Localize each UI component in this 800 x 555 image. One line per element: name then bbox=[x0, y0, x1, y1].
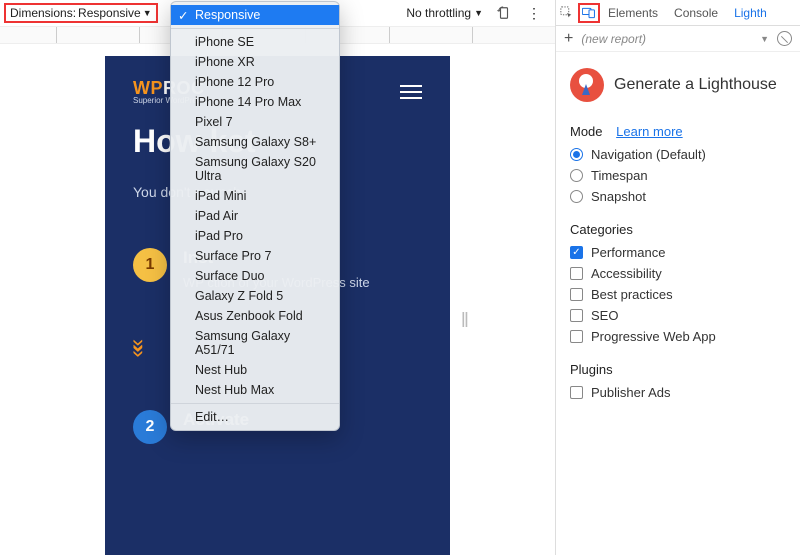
device-option[interactable]: Samsung Galaxy S8+ bbox=[171, 132, 339, 152]
chevron-down-icon: ▼ bbox=[474, 8, 483, 18]
throttling-dropdown[interactable]: No throttling ▼ bbox=[400, 6, 489, 20]
cat-label: Best practices bbox=[591, 287, 673, 302]
lighthouse-logo-icon bbox=[570, 68, 604, 102]
device-option[interactable]: Surface Pro 7 bbox=[171, 246, 339, 266]
dimensions-value: Responsive bbox=[78, 6, 141, 20]
cat-label: Performance bbox=[591, 245, 665, 260]
tab-lighthouse[interactable]: Lighth bbox=[726, 6, 775, 20]
device-option[interactable]: Surface Duo bbox=[171, 266, 339, 286]
device-option[interactable]: iPhone 14 Pro Max bbox=[171, 92, 339, 112]
checkbox-icon bbox=[570, 330, 583, 343]
lighthouse-panel: Generate a Lighthouse Mode Learn more Na… bbox=[556, 52, 800, 434]
device-option[interactable]: Pixel 7 bbox=[171, 112, 339, 132]
resize-handle[interactable]: ‖ bbox=[461, 310, 469, 333]
device-option[interactable]: Samsung Galaxy A51/71 bbox=[171, 326, 339, 360]
device-option[interactable]: iPad Mini bbox=[171, 186, 339, 206]
device-option[interactable]: Galaxy Z Fold 5 bbox=[171, 286, 339, 306]
rotate-icon[interactable] bbox=[491, 6, 517, 20]
menu-icon[interactable] bbox=[400, 85, 422, 99]
dimensions-dropdown[interactable]: Dimensions: Responsive ▼ bbox=[4, 3, 158, 23]
device-option[interactable]: Asus Zenbook Fold bbox=[171, 306, 339, 326]
mode-option[interactable]: Timespan bbox=[570, 168, 786, 183]
device-menu[interactable]: Responsive iPhone SEiPhone XRiPhone 12 Pr… bbox=[170, 1, 340, 431]
device-option[interactable]: iPad Air bbox=[171, 206, 339, 226]
device-option[interactable]: Nest Hub Max bbox=[171, 380, 339, 400]
mode-option[interactable]: Navigation (Default) bbox=[570, 147, 786, 162]
chevron-down-icon[interactable]: ▼ bbox=[760, 34, 769, 44]
radio-icon bbox=[570, 169, 583, 182]
tab-console[interactable]: Console bbox=[666, 6, 726, 20]
learn-more-link[interactable]: Learn more bbox=[616, 124, 682, 139]
mode-label: Navigation (Default) bbox=[591, 147, 706, 162]
device-option[interactable]: iPad Pro bbox=[171, 226, 339, 246]
mode-label: Timespan bbox=[591, 168, 648, 183]
checkbox-icon bbox=[570, 386, 583, 399]
lighthouse-subbar: + (new report) ▼ bbox=[556, 26, 800, 52]
more-icon[interactable]: ⋮ bbox=[519, 5, 551, 22]
throttling-label: No throttling bbox=[406, 6, 471, 20]
cat-label: SEO bbox=[591, 308, 618, 323]
lighthouse-title: Generate a Lighthouse bbox=[614, 76, 777, 94]
mode-label: Mode bbox=[570, 124, 603, 139]
cat-label: Progressive Web App bbox=[591, 329, 716, 344]
step-badge: 1 bbox=[133, 248, 167, 282]
device-option[interactable]: iPhone XR bbox=[171, 52, 339, 72]
cat-label: Accessibility bbox=[591, 266, 662, 281]
device-option[interactable]: iPhone SE bbox=[171, 32, 339, 52]
device-option[interactable]: iPhone 12 Pro bbox=[171, 72, 339, 92]
cat-option[interactable]: SEO bbox=[570, 308, 786, 323]
checkbox-icon bbox=[570, 309, 583, 322]
logo-text-a: WP bbox=[133, 78, 163, 98]
tab-elements[interactable]: Elements bbox=[600, 6, 666, 20]
cat-option[interactable]: Best practices bbox=[570, 287, 786, 302]
device-option[interactable]: Responsive bbox=[171, 5, 339, 25]
cat-option[interactable]: Progressive Web App bbox=[570, 329, 786, 344]
device-option[interactable]: Samsung Galaxy S20 Ultra bbox=[171, 152, 339, 186]
down-arrows-icon: »» bbox=[126, 339, 152, 359]
clear-icon[interactable] bbox=[777, 31, 792, 46]
mode-option[interactable]: Snapshot bbox=[570, 189, 786, 204]
dimensions-label: Dimensions: bbox=[10, 6, 76, 20]
devtools-tabs: Elements Console Lighth bbox=[556, 0, 800, 26]
report-label[interactable]: (new report) bbox=[581, 32, 752, 46]
plus-icon[interactable]: + bbox=[564, 30, 573, 48]
checkbox-icon bbox=[570, 246, 583, 259]
checkbox-icon bbox=[570, 267, 583, 280]
cat-option[interactable]: Accessibility bbox=[570, 266, 786, 281]
checkbox-icon bbox=[570, 288, 583, 301]
radio-icon bbox=[570, 190, 583, 203]
plugins-label: Plugins bbox=[570, 362, 786, 377]
inspect-icon[interactable] bbox=[556, 3, 578, 23]
device-toggle-icon[interactable] bbox=[578, 3, 600, 23]
categories-label: Categories bbox=[570, 222, 786, 237]
radio-icon bbox=[570, 148, 583, 161]
mode-label: Snapshot bbox=[591, 189, 646, 204]
device-option[interactable]: Nest Hub bbox=[171, 360, 339, 380]
chevron-down-icon: ▼ bbox=[143, 8, 152, 18]
plugin-label: Publisher Ads bbox=[591, 385, 671, 400]
device-edit[interactable]: Edit… bbox=[171, 407, 339, 427]
step-badge: 2 bbox=[133, 410, 167, 444]
cat-option[interactable]: Performance bbox=[570, 245, 786, 260]
plugin-option[interactable]: Publisher Ads bbox=[570, 385, 786, 400]
